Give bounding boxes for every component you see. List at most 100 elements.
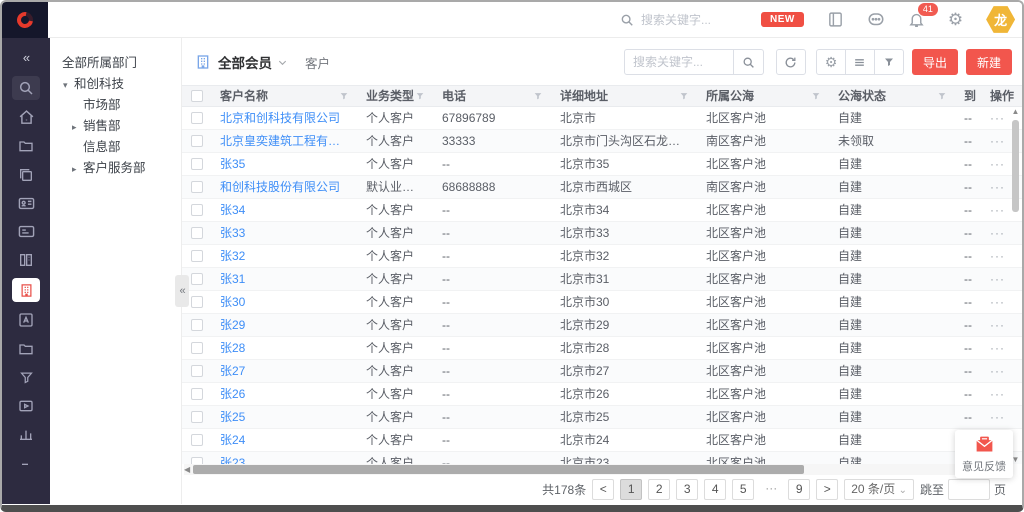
tree-item-service[interactable]: ▸客户服务部 xyxy=(50,158,181,179)
category-label[interactable]: 客户 xyxy=(305,53,330,72)
funnel-icon[interactable] xyxy=(679,91,689,101)
funnel-icon[interactable] xyxy=(937,91,947,101)
customer-name-link[interactable]: 张27 xyxy=(212,362,358,379)
row-checkbox[interactable] xyxy=(191,457,203,465)
table-search-input[interactable] xyxy=(624,49,734,75)
tree-item-hechuang[interactable]: ▾和创科技 xyxy=(50,74,181,95)
horizontal-scroll-thumb[interactable] xyxy=(193,465,804,474)
contact-card-icon[interactable] xyxy=(12,193,40,214)
search-button[interactable] xyxy=(734,49,764,75)
library-icon[interactable] xyxy=(12,250,40,271)
row-checkbox[interactable] xyxy=(191,250,203,262)
row-checkbox[interactable] xyxy=(191,112,203,124)
horizontal-scrollbar[interactable]: ◀ xyxy=(184,464,1010,475)
table-row[interactable]: 张25 个人客户 -- 北京市25 北区客户池 自建 -- ··· xyxy=(182,406,1022,429)
folder-alt-icon[interactable] xyxy=(12,338,40,359)
row-checkbox[interactable] xyxy=(191,411,203,423)
refresh-button[interactable] xyxy=(776,49,806,75)
settings-button[interactable]: ⚙ xyxy=(816,49,846,75)
gear-icon[interactable]: ⚙ xyxy=(948,11,963,29)
funnel-icon[interactable] xyxy=(811,91,821,101)
customer-name-link[interactable]: 张31 xyxy=(212,270,358,287)
global-search-input[interactable] xyxy=(641,13,761,27)
table-row[interactable]: 张26 个人客户 -- 北京市26 北区客户池 自建 -- ··· xyxy=(182,383,1022,406)
copy-icon[interactable] xyxy=(12,164,40,185)
columns-button[interactable] xyxy=(845,49,875,75)
funnel-icon[interactable] xyxy=(533,91,543,101)
customer-name-link[interactable]: 张23 xyxy=(212,454,358,464)
table-row[interactable]: 张33 个人客户 -- 北京市33 北区客户池 自建 -- ··· xyxy=(182,222,1022,245)
avatar[interactable]: 龙 xyxy=(986,5,1015,34)
export-button[interactable]: 导出 xyxy=(912,49,958,75)
customer-name-link[interactable]: 张34 xyxy=(212,201,358,218)
row-checkbox[interactable] xyxy=(191,342,203,354)
header-pool-status[interactable]: 公海状态 xyxy=(830,87,956,104)
chevron-down-icon[interactable] xyxy=(277,57,288,68)
scope-dropdown[interactable]: 全部会员 xyxy=(218,52,272,72)
page-button-5[interactable]: 5 xyxy=(732,479,754,500)
next-page-button[interactable]: > xyxy=(816,479,838,500)
row-checkbox[interactable] xyxy=(191,227,203,239)
customer-name-link[interactable]: 北京皇奕建筑工程有限公司 xyxy=(212,132,358,149)
collapse-icon[interactable]: « xyxy=(12,47,40,68)
new-badge[interactable]: NEW xyxy=(761,12,804,27)
media-icon[interactable] xyxy=(12,395,40,416)
row-checkbox[interactable] xyxy=(191,204,203,216)
page-button-2[interactable]: 2 xyxy=(648,479,670,500)
header-customer-name[interactable]: 客户名称 xyxy=(212,87,358,104)
row-checkbox[interactable] xyxy=(191,388,203,400)
contact-card-alt-icon[interactable] xyxy=(12,221,40,242)
notifications[interactable]: 41 xyxy=(908,11,925,28)
customer-name-link[interactable]: 张29 xyxy=(212,316,358,333)
tree-item-market[interactable]: 市场部 xyxy=(50,95,181,116)
table-row[interactable]: 张28 个人客户 -- 北京市28 北区客户池 自建 -- ··· xyxy=(182,337,1022,360)
customer-building-icon[interactable] xyxy=(12,278,40,302)
chat-icon[interactable] xyxy=(867,11,885,29)
filter-icon[interactable] xyxy=(12,367,40,388)
table-row[interactable]: 张23 个人客户 -- 北京市23 北区客户池 自建 -- ··· xyxy=(182,452,1022,465)
header-pool[interactable]: 所属公海 xyxy=(698,87,830,104)
customer-name-link[interactable]: 张25 xyxy=(212,408,358,425)
caret-right-icon[interactable]: ▸ xyxy=(72,159,83,180)
tree-root[interactable]: 全部所属部门 xyxy=(50,53,181,74)
header-address[interactable]: 详细地址 xyxy=(552,87,698,104)
home-icon[interactable] xyxy=(12,107,40,128)
search-icon[interactable] xyxy=(12,76,40,100)
table-row[interactable]: 张30 个人客户 -- 北京市30 北区客户池 自建 -- ··· xyxy=(182,291,1022,314)
customer-name-link[interactable]: 张30 xyxy=(212,293,358,310)
tree-collapse-handle[interactable]: « xyxy=(175,275,189,307)
funnel-icon[interactable] xyxy=(339,91,349,101)
table-row[interactable]: 张29 个人客户 -- 北京市29 北区客户池 自建 -- ··· xyxy=(182,314,1022,337)
scroll-up-icon[interactable]: ▲ xyxy=(1012,107,1020,116)
row-checkbox[interactable] xyxy=(191,273,203,285)
table-row[interactable]: 张27 个人客户 -- 北京市27 北区客户池 自建 -- ··· xyxy=(182,360,1022,383)
vertical-scrollbar[interactable]: ▲ ▼ xyxy=(1011,107,1020,464)
select-all-checkbox[interactable] xyxy=(191,90,203,102)
table-row[interactable]: 张31 个人客户 -- 北京市31 北区客户池 自建 -- ··· xyxy=(182,268,1022,291)
funnel-icon[interactable] xyxy=(415,91,425,101)
customer-name-link[interactable]: 张26 xyxy=(212,385,358,402)
tree-item-info[interactable]: 信息部 xyxy=(50,137,181,158)
customer-name-link[interactable]: 张28 xyxy=(212,339,358,356)
table-row[interactable]: 张34 个人客户 -- 北京市34 北区客户池 自建 -- ··· xyxy=(182,199,1022,222)
row-checkbox[interactable] xyxy=(191,434,203,446)
page-button-9[interactable]: 9 xyxy=(788,479,810,500)
global-search[interactable] xyxy=(620,13,761,27)
table-row[interactable]: 张32 个人客户 -- 北京市32 北区客户池 自建 -- ··· xyxy=(182,245,1022,268)
scroll-left-icon[interactable]: ◀ xyxy=(184,464,190,475)
prev-page-button[interactable]: < xyxy=(592,479,614,500)
table-row[interactable]: 张24 个人客户 -- 北京市24 北区客户池 自建 -- ··· xyxy=(182,429,1022,452)
caret-down-icon[interactable]: ▾ xyxy=(63,75,74,96)
contact-book-icon[interactable] xyxy=(12,310,40,331)
filter-button[interactable] xyxy=(874,49,904,75)
caret-right-icon[interactable]: ▸ xyxy=(72,117,83,138)
row-checkbox[interactable] xyxy=(191,365,203,377)
folder-icon[interactable] xyxy=(12,136,40,157)
table-row[interactable]: 北京皇奕建筑工程有限公司 个人客户 33333 北京市门头沟区石龙经济... 南… xyxy=(182,130,1022,153)
jump-page-input[interactable] xyxy=(948,479,990,500)
notebook-icon[interactable] xyxy=(827,11,844,28)
row-checkbox[interactable] xyxy=(191,158,203,170)
create-button[interactable]: 新建 xyxy=(966,49,1012,75)
app-logo[interactable] xyxy=(2,2,48,38)
tree-item-sales[interactable]: ▸销售部 xyxy=(50,116,181,137)
